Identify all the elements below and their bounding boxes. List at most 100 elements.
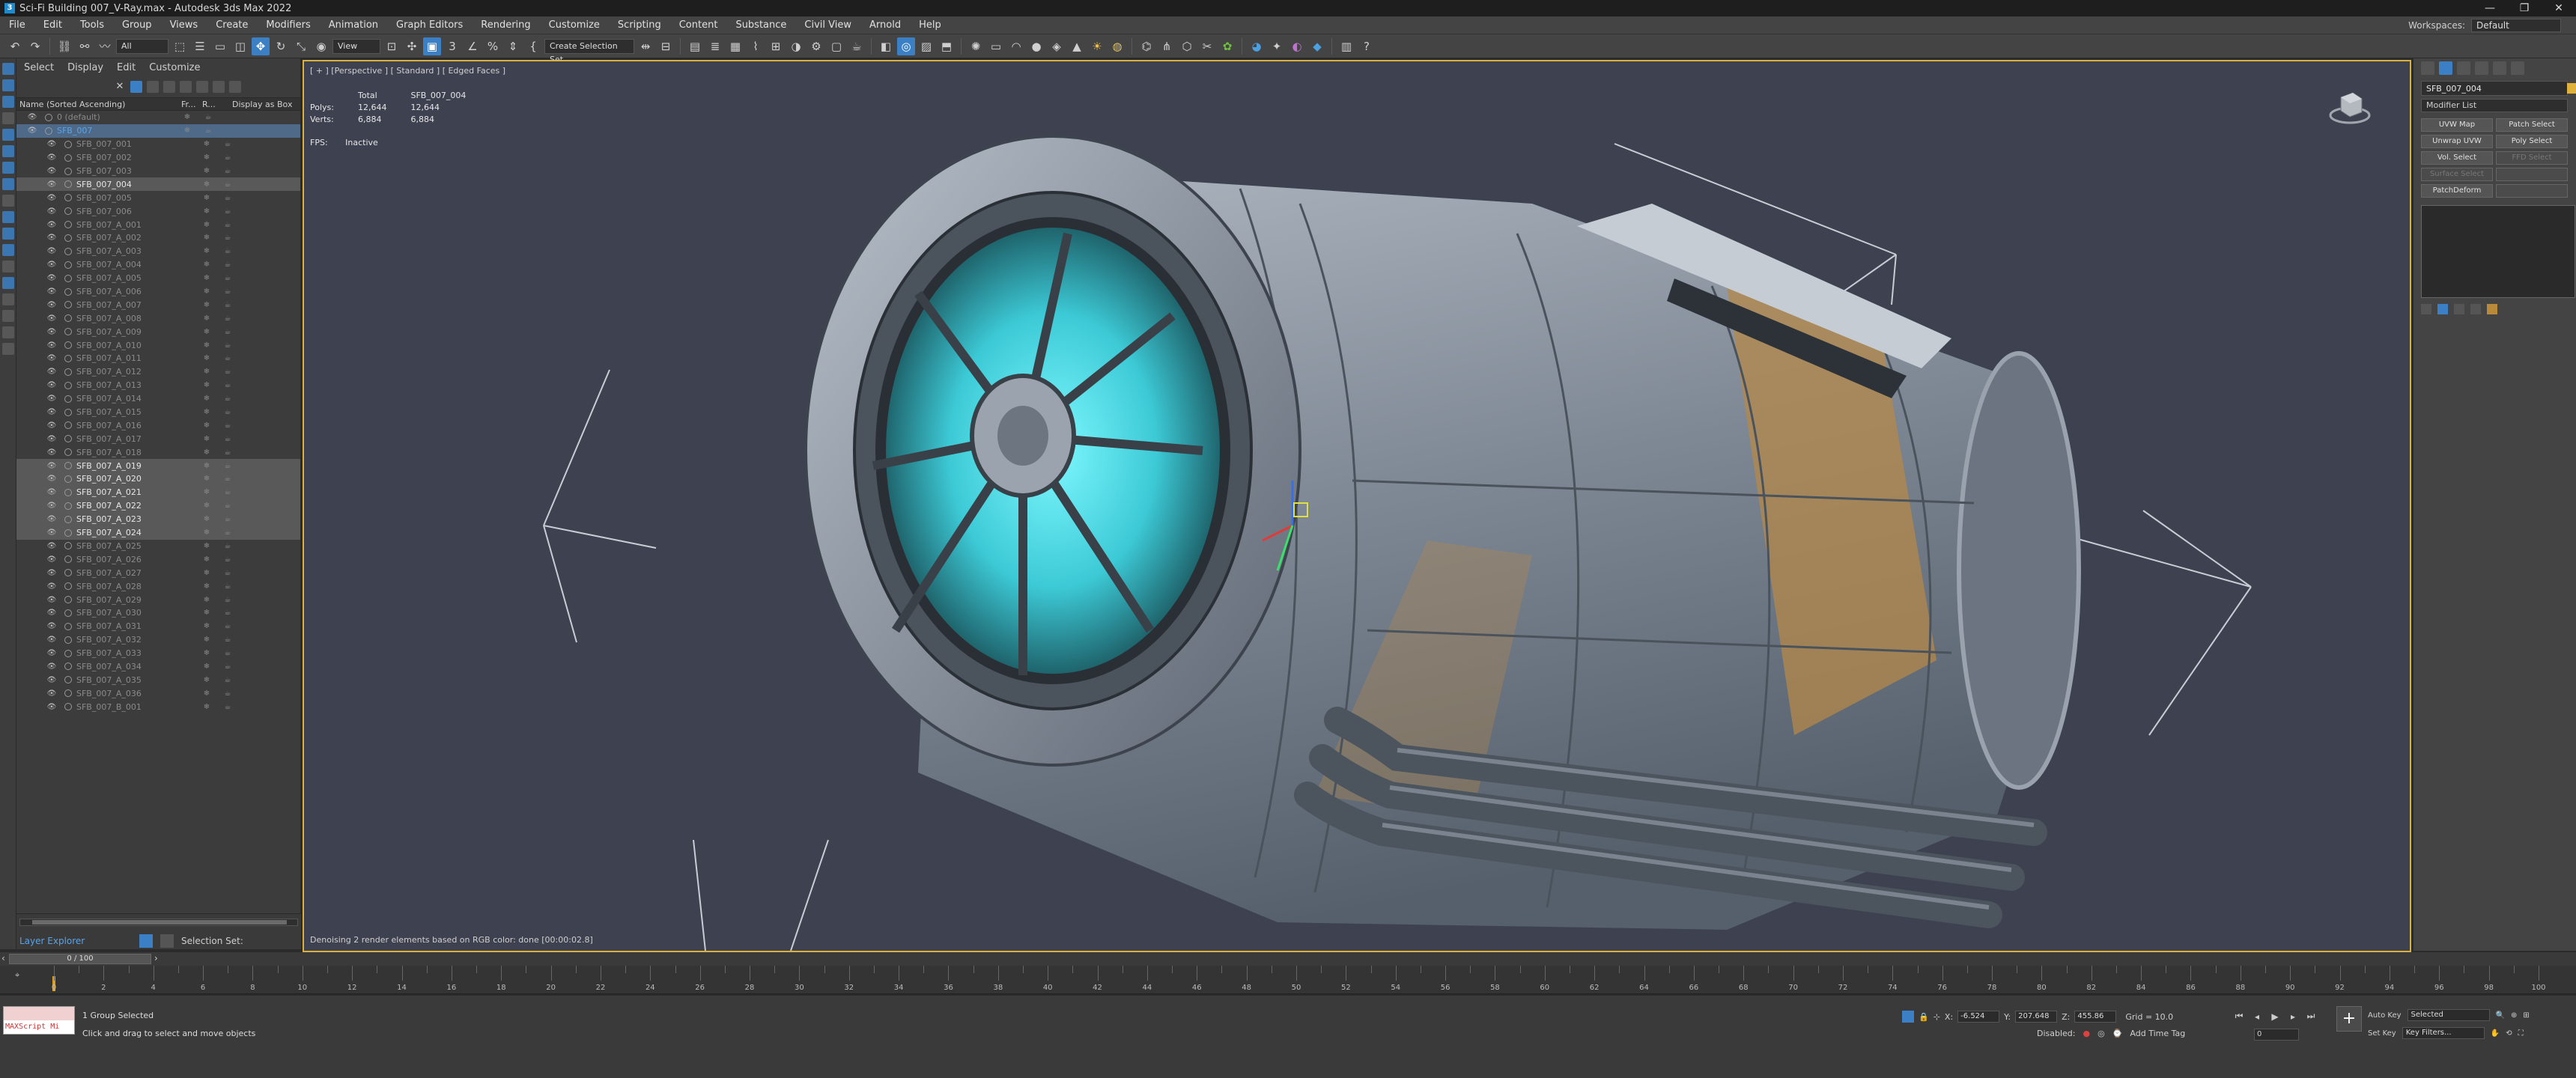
explorer-filter-icon[interactable] [2, 129, 14, 141]
render-toggle-icon[interactable]: ☕ [217, 194, 238, 202]
explorer-row[interactable]: 👁 SFB_007_A_010 ❄ ☕ [16, 338, 300, 352]
schematic-view-icon[interactable]: ⊞ [767, 37, 785, 55]
visibility-eye-icon[interactable]: 👁 [46, 207, 57, 216]
visibility-eye-icon[interactable]: 👁 [46, 636, 57, 644]
modifier-set-button[interactable]: Patch Select [2496, 118, 2568, 132]
show-end-result-icon[interactable] [2437, 304, 2448, 314]
freeze-toggle-icon[interactable]: ❄ [196, 488, 217, 496]
vray-mesh-light-icon[interactable]: ◈ [1048, 37, 1066, 55]
freeze-toggle-icon[interactable]: ❄ [196, 703, 217, 711]
named-selection-dropdown[interactable]: Create Selection Set [544, 38, 634, 64]
explorer-row[interactable]: 👁 SFB_007_002 ❄ ☕ [16, 151, 300, 165]
visibility-eye-icon[interactable]: 👁 [46, 341, 57, 350]
render-toggle-icon[interactable]: ☕ [217, 301, 238, 309]
explorer-row[interactable]: 👁 SFB_007_003 ❄ ☕ [16, 165, 300, 178]
layer-toggle-icon[interactable] [139, 934, 153, 948]
explorer-filter-icon[interactable] [2, 277, 14, 289]
explorer-row[interactable]: 👁 SFB_007_A_004 ❄ ☕ [16, 258, 300, 272]
make-unique-icon[interactable] [2454, 304, 2464, 314]
visibility-eye-icon[interactable]: 👁 [46, 435, 57, 443]
lock-icon[interactable] [147, 81, 159, 93]
render-toggle-icon[interactable]: ☕ [217, 180, 238, 189]
layer-explorer-icon[interactable]: ≣ [706, 37, 724, 55]
modifier-set-button[interactable]: Unwrap UVW [2421, 135, 2493, 148]
close-button[interactable]: ✕ [2542, 0, 2576, 16]
place-icon[interactable]: ◉ [312, 37, 330, 55]
toggle-ribbon-icon[interactable]: ▦ [726, 37, 744, 55]
pin-stack-icon[interactable] [2421, 304, 2431, 314]
modifier-list-dropdown[interactable]: Modifier List [2421, 99, 2568, 112]
freeze-toggle-icon[interactable]: ❄ [196, 167, 217, 175]
freeze-toggle-icon[interactable]: ❄ [177, 127, 198, 135]
key-mode-dropdown[interactable]: Selected [2407, 1009, 2490, 1021]
explorer-menu-customize[interactable]: Customize [149, 62, 200, 73]
explorer-row[interactable]: 👁 SFB_007_A_025 ❄ ☕ [16, 540, 300, 553]
visibility-eye-icon[interactable]: 👁 [46, 462, 57, 470]
render-toggle-icon[interactable]: ☕ [217, 234, 238, 242]
viewport-label-menu[interactable]: [ + ] [Perspective ] [ Standard ] [ Edge… [310, 66, 505, 76]
explorer-filter-icon[interactable] [2, 145, 14, 157]
visibility-eye-icon[interactable]: 👁 [46, 180, 57, 189]
sort-icon[interactable] [213, 81, 225, 93]
bind-spacewarp-icon[interactable]: 〰 [96, 37, 114, 55]
visibility-eye-icon[interactable]: 👁 [46, 689, 57, 698]
explorer-row[interactable]: 👁 SFB_007_A_020 ❄ ☕ [16, 472, 300, 486]
visibility-eye-icon[interactable]: 👁 [27, 127, 37, 135]
explorer-row[interactable]: 👁 SFB_007_A_008 ❄ ☕ [16, 311, 300, 325]
render-toggle-icon[interactable]: ☕ [217, 381, 238, 389]
utilities-tab-icon[interactable] [2511, 61, 2524, 75]
z-coordinate-field[interactable]: 455.86 [2074, 1011, 2117, 1023]
menu-rendering[interactable]: Rendering [472, 16, 539, 34]
close-filter-icon[interactable]: ✕ [114, 81, 126, 93]
menu-modifiers[interactable]: Modifiers [257, 16, 319, 34]
menu-substance[interactable]: Substance [726, 16, 795, 34]
selection-lock-icon[interactable]: 🔒 [1919, 1012, 1929, 1022]
modifier-set-button[interactable]: Poly Select [2496, 135, 2568, 148]
freeze-toggle-icon[interactable]: ❄ [196, 368, 217, 376]
visibility-eye-icon[interactable]: 👁 [46, 596, 57, 604]
menu-animation[interactable]: Animation [320, 16, 387, 34]
explorer-row[interactable]: 👁 SFB_007_A_003 ❄ ☕ [16, 245, 300, 258]
curve-editor-icon[interactable]: ⌇ [747, 37, 765, 55]
explorer-row[interactable]: 👁 SFB_007_A_001 ❄ ☕ [16, 218, 300, 231]
menu-civil-view[interactable]: Civil View [795, 16, 860, 34]
layout-tab-icon[interactable] [2, 96, 14, 108]
visibility-eye-icon[interactable]: 👁 [46, 167, 57, 175]
explorer-row[interactable]: 👁 SFB_007_A_017 ❄ ☕ [16, 432, 300, 445]
motion-tab-icon[interactable] [2475, 61, 2488, 75]
unlink-icon[interactable]: ⚯ [76, 37, 94, 55]
minimize-button[interactable]: — [2473, 0, 2507, 16]
render-toggle-icon[interactable]: ☕ [217, 448, 238, 457]
render-toggle-icon[interactable]: ☕ [217, 703, 238, 711]
visibility-eye-icon[interactable]: 👁 [46, 261, 57, 269]
vray-plane-icon[interactable]: ▭ [987, 37, 1005, 55]
explorer-row[interactable]: 👁 SFB_007_A_026 ❄ ☕ [16, 552, 300, 566]
render-toggle-icon[interactable]: ☕ [217, 569, 238, 577]
visibility-eye-icon[interactable]: 👁 [46, 274, 57, 282]
visibility-eye-icon[interactable]: 👁 [46, 622, 57, 630]
menu-create[interactable]: Create [207, 16, 257, 34]
explorer-filter-icon[interactable] [2, 343, 14, 355]
explorer-row[interactable]: 👁 SFB_007_A_009 ❄ ☕ [16, 325, 300, 338]
visibility-eye-icon[interactable]: 👁 [46, 448, 57, 457]
track-bar[interactable]: ⌖ 0 2 4 6 8 10 12 14 16 18 20 22 24 26 28 30 32 34 36 38 40 4… [0, 966, 2576, 994]
prev-frame-icon[interactable]: ‹ [1, 953, 5, 963]
column-name[interactable]: Name (Sorted Ascending) [16, 100, 181, 109]
render-toggle-icon[interactable]: ☕ [217, 515, 238, 523]
select-and-rotate-icon[interactable]: ↻ [272, 37, 290, 55]
visibility-eye-icon[interactable]: 👁 [46, 555, 57, 564]
freeze-toggle-icon[interactable]: ❄ [196, 261, 217, 269]
explorer-row[interactable]: 👁 SFB_007 ❄ ☕ [16, 124, 300, 138]
window-crossing-icon[interactable]: ◫ [231, 37, 249, 55]
angle-snap-icon[interactable]: ∠ [464, 37, 482, 55]
freeze-toggle-icon[interactable]: ❄ [177, 113, 198, 121]
key-filters-button[interactable]: Key Filters... [2402, 1027, 2485, 1039]
explorer-row[interactable]: 👁 SFB_007_A_006 ❄ ☕ [16, 285, 300, 299]
freeze-toggle-icon[interactable]: ❄ [196, 287, 217, 296]
render-toggle-icon[interactable]: ☕ [217, 555, 238, 564]
display-tab-icon[interactable] [2493, 61, 2506, 75]
explorer-row[interactable]: 👁 SFB_007_A_013 ❄ ☕ [16, 379, 300, 392]
render-toggle-icon[interactable]: ☕ [217, 676, 238, 684]
auto-key-button[interactable]: Auto Key [2368, 1011, 2402, 1020]
material-editor-icon[interactable]: ◑ [787, 37, 805, 55]
